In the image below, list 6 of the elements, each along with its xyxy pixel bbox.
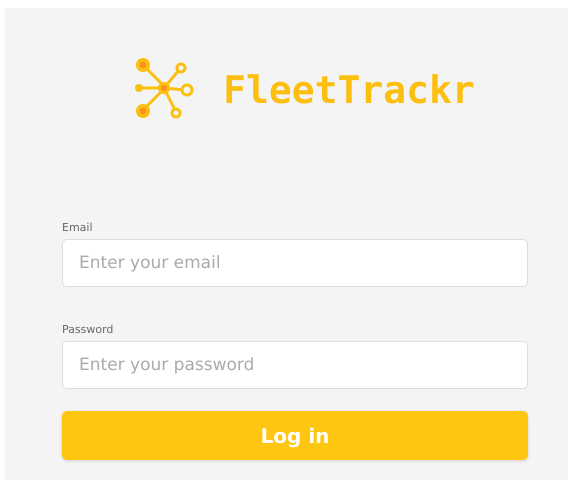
input-field[interactable]: Enter your email bbox=[62, 239, 528, 287]
field-label: Email bbox=[62, 221, 94, 234]
input-field[interactable]: Enter your password bbox=[62, 341, 528, 389]
field-label: Password bbox=[62, 323, 114, 336]
login-button[interactable]: Log in bbox=[62, 411, 528, 460]
brand-name: FleetTrackr bbox=[223, 68, 475, 112]
